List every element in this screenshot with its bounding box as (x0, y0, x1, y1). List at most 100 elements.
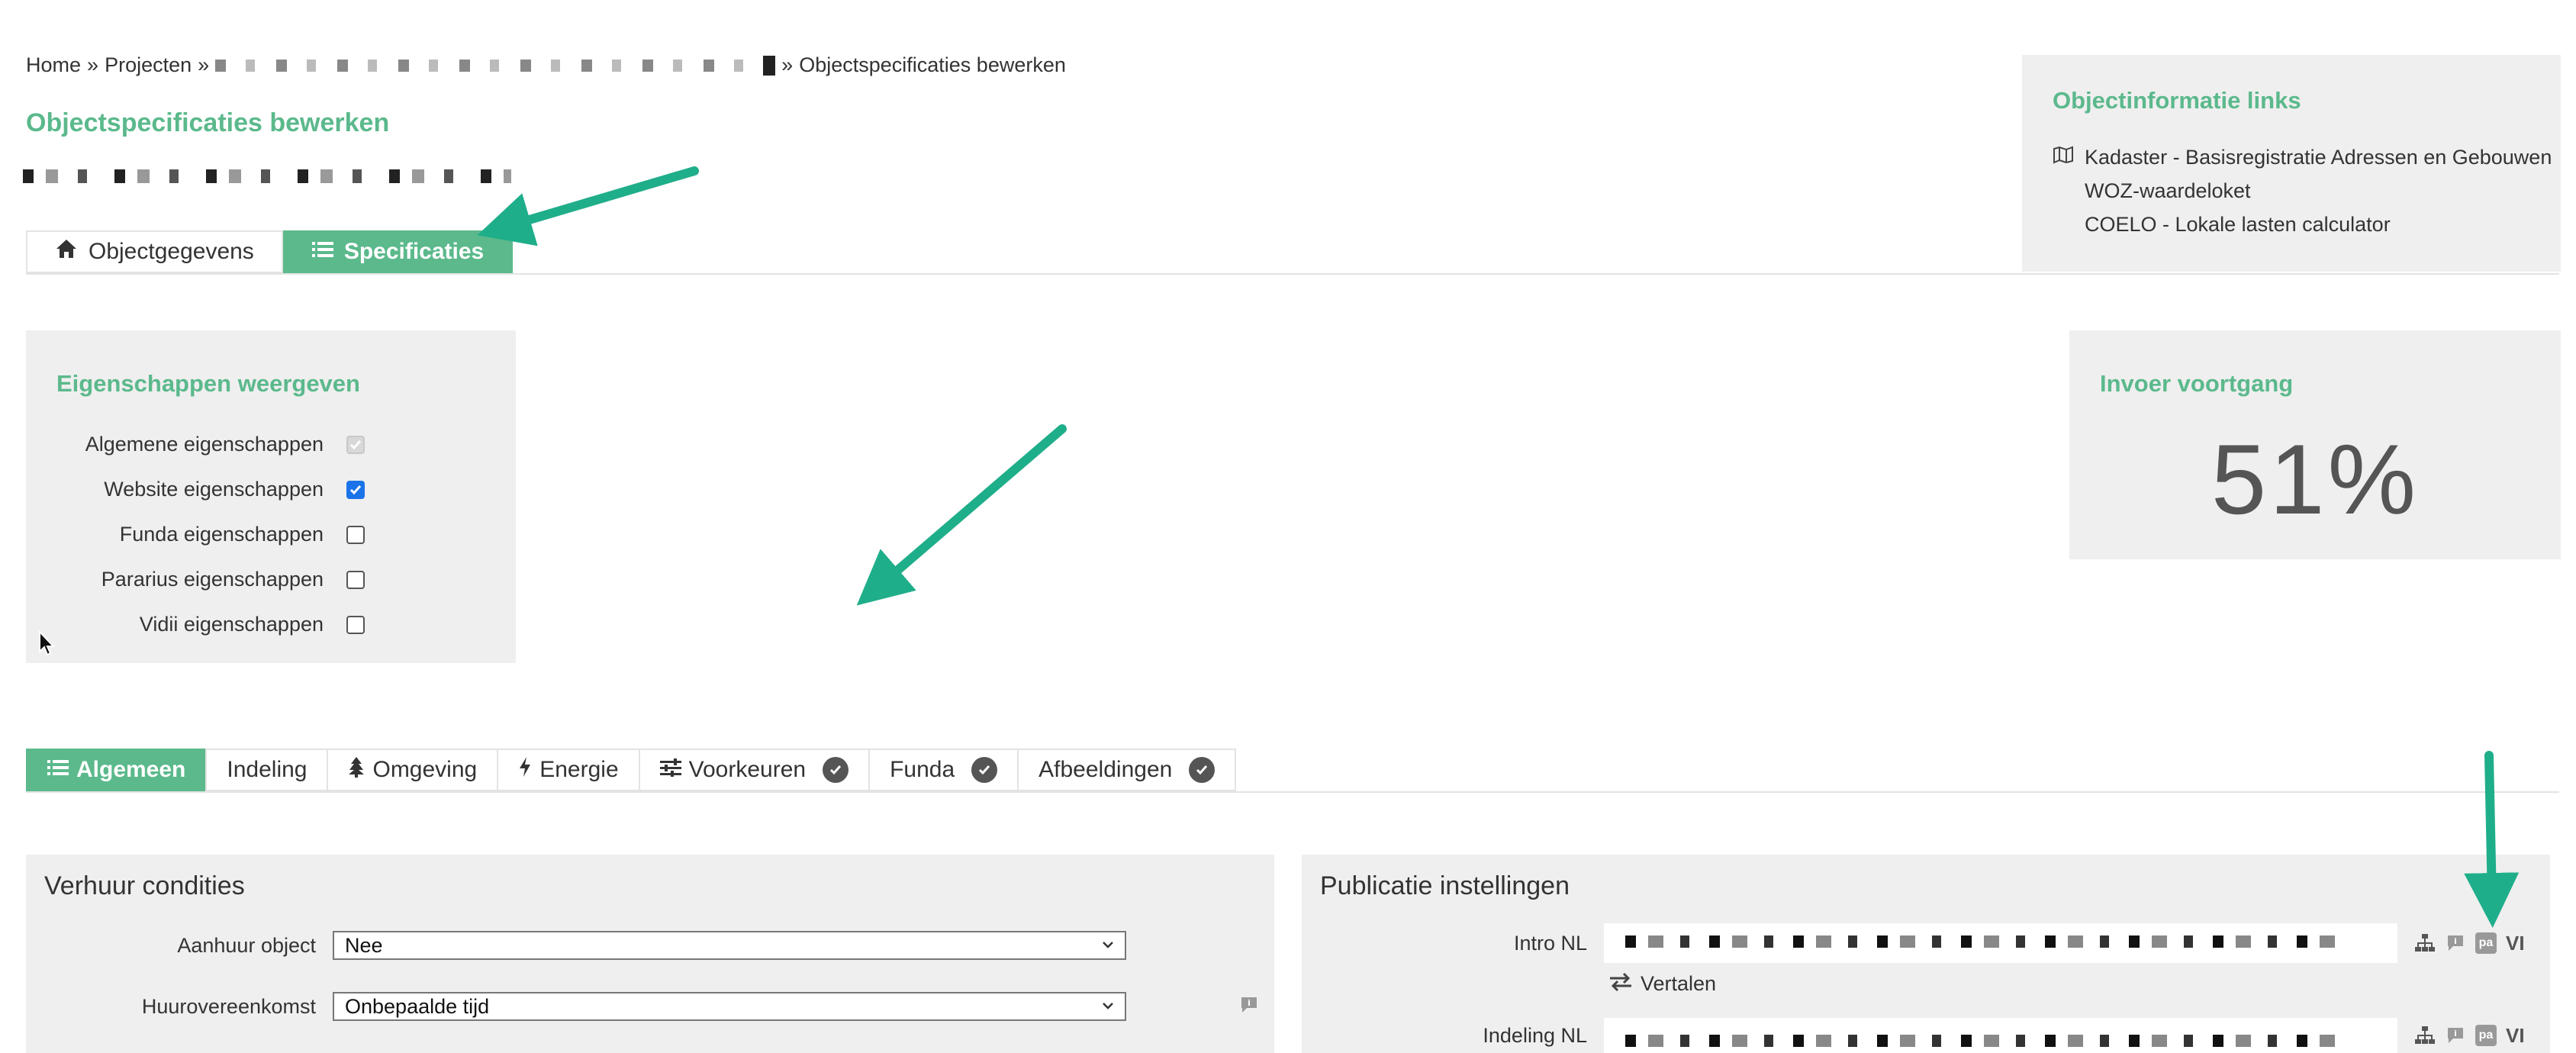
vidii-icon[interactable]: VI (2506, 1024, 2525, 1047)
object-info-title: Objectinformatie links (2053, 87, 2301, 114)
field-aanhuur-object: Aanhuur object Nee (26, 931, 1126, 960)
redacted-project-name (215, 59, 750, 72)
property-row-pararius: Pararius eigenschappen (26, 557, 516, 602)
field-label: Aanhuur object (177, 933, 316, 957)
tab-funda[interactable]: Funda (868, 749, 1018, 791)
tab-omgeving[interactable]: Omgeving (327, 749, 497, 791)
tab-label: Specificaties (343, 239, 485, 264)
tab-label: Funda (890, 757, 955, 782)
redacted-object-address (23, 169, 511, 183)
property-row-vidii: Vidii eigenschappen (26, 602, 516, 647)
vidii-icon[interactable]: VI (2506, 932, 2525, 955)
property-label: Vidii eigenschappen (139, 613, 324, 636)
info-icon[interactable]: i (2445, 932, 2466, 954)
tab-specificaties[interactable]: Specificaties (282, 230, 514, 273)
progress-panel: Invoer voortgang 51% (2069, 330, 2561, 559)
chevron-down-icon (1103, 1003, 1113, 1010)
sitemap-icon[interactable] (2414, 1025, 2436, 1046)
sitemap-icon[interactable] (2414, 932, 2436, 954)
list-icon (311, 239, 333, 265)
property-checkbox-algemeen[interactable] (346, 435, 365, 454)
select-value: Nee (345, 933, 383, 957)
field-label: Indeling NL (1483, 1023, 1587, 1047)
property-checkbox-funda[interactable] (346, 525, 365, 544)
pararius-badge-icon[interactable]: pa (2475, 932, 2497, 954)
sliders-icon (659, 757, 681, 783)
rental-conditions-panel: Verhuur condities Aanhuur object Nee Huu… (26, 855, 1274, 1053)
publication-settings-panel: Publicatie instellingen Intro NL i pa VI… (1302, 855, 2550, 1053)
map-icon (2053, 140, 2085, 174)
select-value: Onbepaalde tijd (345, 994, 490, 1018)
object-info-link-kadaster[interactable]: Kadaster - Basisregistratie Adressen en … (2053, 140, 2552, 174)
check-circle-icon (971, 757, 998, 783)
field-indeling-nl: Indeling NL i pa VI (1302, 1018, 2525, 1053)
check-circle-icon (823, 757, 849, 783)
rental-conditions-title: Verhuur condities (44, 871, 245, 900)
top-tab-bar: Objectgegevens Specificaties (26, 230, 514, 273)
link-label[interactable]: WOZ-waardeloket (2085, 174, 2251, 208)
property-label: Website eigenschappen (104, 478, 324, 501)
properties-panel: Eigenschappen weergeven Algemene eigensc… (26, 330, 516, 663)
property-row-funda: Funda eigenschappen (26, 512, 516, 557)
svg-text:i: i (2454, 936, 2457, 946)
property-checkbox-pararius[interactable] (346, 570, 365, 589)
tab-afbeeldingen[interactable]: Afbeeldingen (1017, 749, 1237, 791)
object-info-panel: Objectinformatie links Kadaster - Basisr… (2022, 55, 2561, 272)
tab-label: Objectgegevens (89, 239, 254, 264)
tab-indeling[interactable]: Indeling (205, 749, 327, 791)
properties-title: Eigenschappen weergeven (56, 370, 360, 397)
breadcrumb-projects-link[interactable]: Projecten (105, 53, 192, 77)
info-icon[interactable]: i (2445, 1025, 2466, 1046)
property-label: Pararius eigenschappen (101, 568, 324, 591)
svg-text:i: i (1248, 998, 1251, 1008)
property-checkbox-vidii[interactable] (346, 615, 365, 634)
svg-text:i: i (2454, 1029, 2457, 1039)
swap-arrows-icon (1608, 972, 1633, 996)
redacted-mark (763, 55, 776, 76)
tab-algemeen[interactable]: Algemeen (26, 749, 206, 791)
check-circle-icon (1189, 757, 1216, 783)
breadcrumb-separator: » (87, 53, 99, 76)
field-label: Intro NL (1513, 931, 1587, 955)
annotation-arrow-icon (856, 424, 1067, 606)
tab-divider (26, 273, 2559, 275)
breadcrumb: Home » Projecten » » Objectspecificaties… (26, 53, 1066, 77)
progress-title: Invoer voortgang (2100, 370, 2294, 397)
redacted-intro-text (1625, 935, 2343, 948)
huurovereenkomst-select[interactable]: Onbepaalde tijd (333, 992, 1126, 1021)
chevron-down-icon (1103, 942, 1113, 948)
mouse-cursor-icon (39, 630, 55, 656)
field-label: Huurovereenkomst (141, 994, 316, 1018)
tab-objectgegevens[interactable]: Objectgegevens (26, 230, 283, 273)
publication-settings-title: Publicatie instellingen (1320, 871, 1570, 900)
intro-nl-input[interactable] (1604, 923, 2397, 963)
object-info-link-woz[interactable]: WOZ-waardeloket (2053, 174, 2552, 208)
breadcrumb-separator: » (198, 53, 210, 76)
tab-energie[interactable]: Energie (497, 749, 639, 791)
property-label: Algemene eigenschappen (85, 433, 324, 456)
indeling-nl-input[interactable] (1604, 1018, 2397, 1053)
tab-label: Algemeen (76, 757, 186, 782)
tab-label: Omgeving (372, 757, 478, 782)
annotation-arrow-icon (477, 166, 699, 246)
tab-label: Energie (539, 757, 619, 782)
translate-action[interactable]: Vertalen (1608, 972, 1716, 996)
link-label[interactable]: COELO - Lokale lasten calculator (2085, 208, 2391, 241)
progress-value: 51% (2211, 423, 2420, 535)
property-checkbox-website[interactable] (346, 480, 365, 499)
breadcrumb-separator: » (781, 53, 794, 76)
property-label: Funda eigenschappen (119, 523, 324, 546)
tab-voorkeuren[interactable]: Voorkeuren (638, 749, 869, 791)
home-icon (55, 238, 78, 266)
aanhuur-object-select[interactable]: Nee (333, 931, 1126, 960)
breadcrumb-home-link[interactable]: Home (26, 53, 81, 77)
tab-label: Voorkeuren (688, 757, 807, 782)
link-label[interactable]: Kadaster - Basisregistratie Adressen en … (2085, 140, 2552, 174)
list-icon (47, 757, 69, 783)
object-info-link-coelo[interactable]: COELO - Lokale lasten calculator (2053, 208, 2552, 241)
pararius-badge-icon[interactable]: pa (2475, 1025, 2497, 1046)
breadcrumb-current: Objectspecificaties bewerken (799, 53, 1066, 76)
tab-label: Indeling (227, 757, 308, 782)
info-icon[interactable]: i (1239, 996, 1259, 1018)
page-title: Objectspecificaties bewerken (26, 108, 390, 137)
